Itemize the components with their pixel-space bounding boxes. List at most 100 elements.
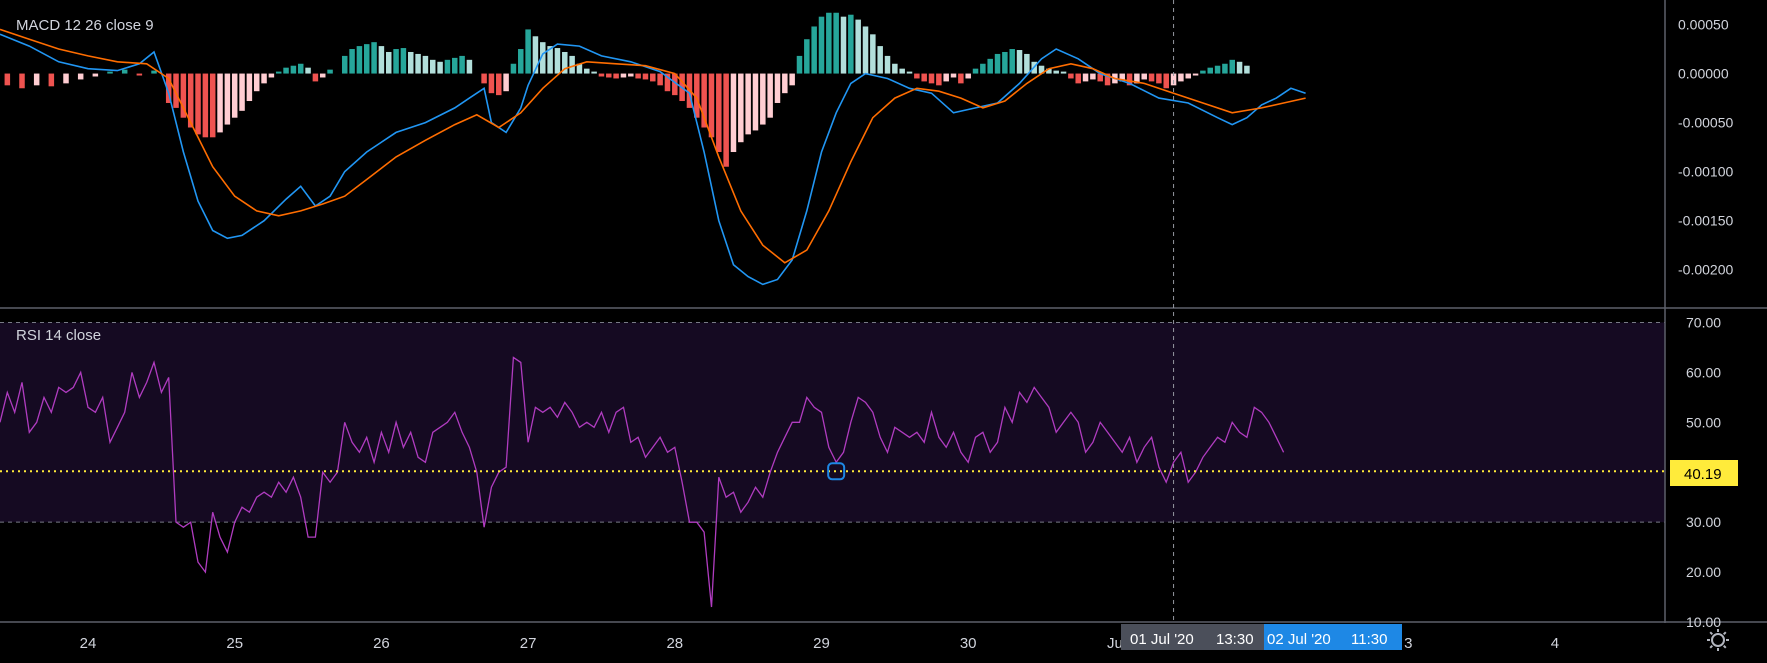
macd-histogram-bar — [906, 71, 913, 74]
macd-histogram-bar — [151, 70, 157, 74]
macd-histogram-bar — [283, 67, 289, 74]
x-tick-label: 30 — [960, 635, 977, 652]
x-tick-label: 3 — [1404, 635, 1412, 652]
macd-histogram-bar — [510, 63, 517, 74]
macd-histogram-bar — [518, 49, 524, 74]
macd-title[interactable]: MACD 12 26 close 9 — [16, 17, 154, 34]
range-end-date-label: 02 Jul '20 — [1267, 631, 1331, 648]
macd-histogram-bar — [928, 73, 935, 84]
macd-histogram-bar — [422, 55, 429, 74]
rsi-y-tick-label: 70.00 — [1686, 314, 1721, 330]
macd-histogram-bar — [635, 73, 641, 79]
macd-histogram-bar — [987, 58, 993, 74]
macd-histogram-bar — [708, 73, 715, 138]
macd-histogram-bar — [77, 73, 84, 80]
macd-histogram-bar — [217, 73, 223, 133]
macd-histogram-bar — [591, 71, 597, 74]
macd-histogram-bar — [1236, 61, 1243, 74]
macd-histogram-bar — [980, 63, 986, 74]
macd-histogram-bar — [730, 73, 737, 153]
macd-histogram-bar — [1229, 59, 1235, 74]
macd-histogram-bar — [452, 57, 458, 74]
macd-histogram-bar — [268, 73, 275, 78]
macd-histogram-bar — [569, 55, 575, 74]
x-tick-label: 28 — [666, 635, 683, 652]
macd-histogram-bar — [1185, 73, 1191, 79]
macd-histogram-bar — [400, 48, 407, 74]
macd-histogram-bar — [239, 73, 245, 111]
macd-histogram-bar — [1156, 73, 1162, 84]
macd-histogram-bar — [459, 55, 465, 74]
macd-histogram-bar — [1009, 49, 1015, 74]
macd-histogram-bar — [818, 16, 825, 74]
macd-histogram-bar — [914, 73, 920, 79]
macd-histogram-bar — [796, 55, 803, 74]
macd-histogram-bar — [297, 63, 304, 74]
macd-histogram-bar — [363, 44, 370, 74]
macd-histogram-bar — [496, 73, 502, 96]
macd-histogram-bar — [312, 73, 319, 82]
macd-histogram-bar — [481, 73, 487, 84]
macd-histogram-bar — [1178, 73, 1184, 82]
macd-histogram-bar — [209, 73, 216, 138]
macd-histogram-bar — [349, 49, 355, 74]
macd-histogram-bar — [341, 55, 348, 74]
x-tick-label: 4 — [1551, 635, 1559, 652]
macd-histogram-bar — [1002, 51, 1008, 74]
rsi-y-tick-label: 50.00 — [1686, 414, 1721, 430]
rsi-y-tick-label: 20.00 — [1686, 564, 1721, 580]
macd-histogram-bar — [760, 73, 766, 125]
macd-histogram-bar — [415, 53, 421, 74]
macd-histogram-bar — [892, 63, 898, 74]
macd-histogram-bar — [1016, 50, 1023, 74]
macd-histogram-bar — [848, 14, 854, 74]
macd-y-tick-label: 0.00000 — [1678, 66, 1729, 82]
macd-histogram-bar — [385, 51, 392, 74]
macd-histogram-bar — [261, 73, 267, 84]
macd-histogram-bar — [33, 73, 40, 86]
x-tick-label: 25 — [226, 635, 243, 652]
macd-histogram-bar — [598, 73, 605, 77]
macd-y-tick-label: -0.00050 — [1678, 115, 1733, 131]
macd-histogram-bar — [290, 65, 297, 74]
macd-histogram-bar — [1200, 70, 1206, 74]
macd-histogram-bar — [620, 73, 627, 78]
macd-histogram-bar — [840, 16, 847, 74]
macd-histogram-bar — [371, 42, 377, 74]
macd-histogram-bar — [650, 73, 656, 82]
macd-histogram-bar — [884, 55, 891, 74]
macd-histogram-bar — [584, 68, 590, 74]
macd-histogram-bar — [1207, 67, 1213, 74]
macd-histogram-bar — [356, 46, 363, 74]
rsi-y-tick-label: 10.00 — [1686, 614, 1721, 630]
macd-histogram-bar — [327, 69, 333, 74]
macd-histogram-bar — [503, 73, 509, 92]
x-tick-label: 27 — [520, 635, 537, 652]
macd-histogram-bar — [407, 51, 414, 74]
macd-histogram-bar — [855, 19, 861, 74]
macd-histogram-bar — [1214, 65, 1221, 74]
macd-histogram-bar — [1192, 73, 1199, 76]
macd-histogram-bar — [466, 59, 473, 74]
macd-histogram-bar — [613, 73, 619, 79]
macd-histogram-bar — [92, 73, 99, 77]
macd-histogram-bar — [921, 73, 927, 82]
macd-histogram-bar — [811, 26, 817, 74]
macd-histogram-bar — [437, 61, 443, 74]
chart-canvas[interactable]: 0.00050 0.00000 -0.00050 -0.00100 -0.00150 -0… — [0, 0, 1767, 663]
macd-histogram-bar — [393, 49, 399, 74]
macd-histogram-bar — [950, 73, 957, 78]
crosshair-date-label: 01 Jul '20 — [1130, 631, 1194, 648]
macd-histogram-bar — [1141, 73, 1147, 80]
macd-y-tick-label: -0.00200 — [1678, 262, 1733, 278]
macd-histogram-bar — [378, 46, 385, 74]
x-tick-label: 26 — [373, 635, 390, 652]
macd-histogram-bar — [488, 73, 495, 94]
macd-y-tick-label: -0.00150 — [1678, 213, 1733, 229]
macd-histogram-bar — [826, 12, 832, 74]
macd-histogram-bar — [716, 73, 722, 153]
macd-histogram-bar — [965, 73, 971, 79]
macd-histogram-bar — [554, 48, 561, 74]
rsi-title[interactable]: RSI 14 close — [16, 327, 101, 344]
macd-histogram-bar — [1060, 71, 1067, 74]
